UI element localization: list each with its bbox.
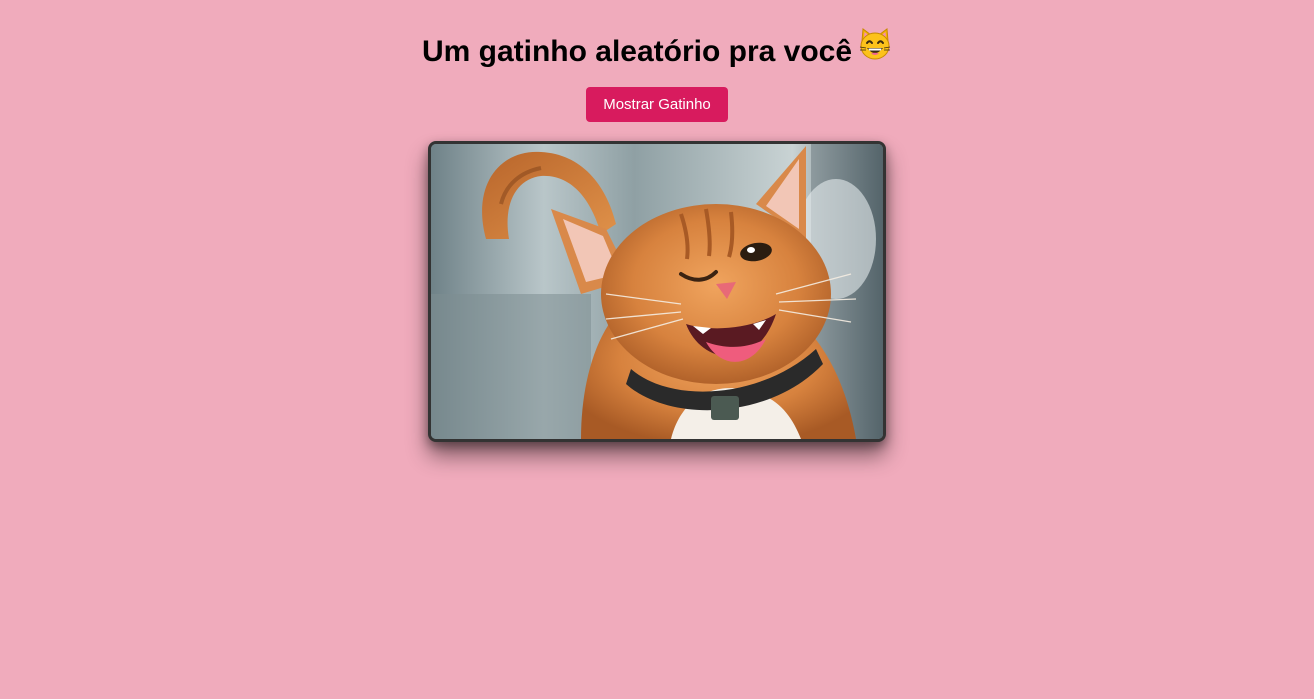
cat-photo bbox=[428, 141, 886, 442]
grinning-cat-icon bbox=[858, 27, 892, 73]
page: Um gatinho aleatório pra você Mostrar Ga… bbox=[0, 0, 1314, 699]
page-title-text: Um gatinho aleatório pra você bbox=[421, 34, 853, 68]
show-cat-button[interactable]: Mostrar Gatinho bbox=[586, 87, 728, 122]
cat-photo-image bbox=[431, 144, 883, 439]
page-title: Um gatinho aleatório pra você bbox=[0, 27, 1314, 76]
